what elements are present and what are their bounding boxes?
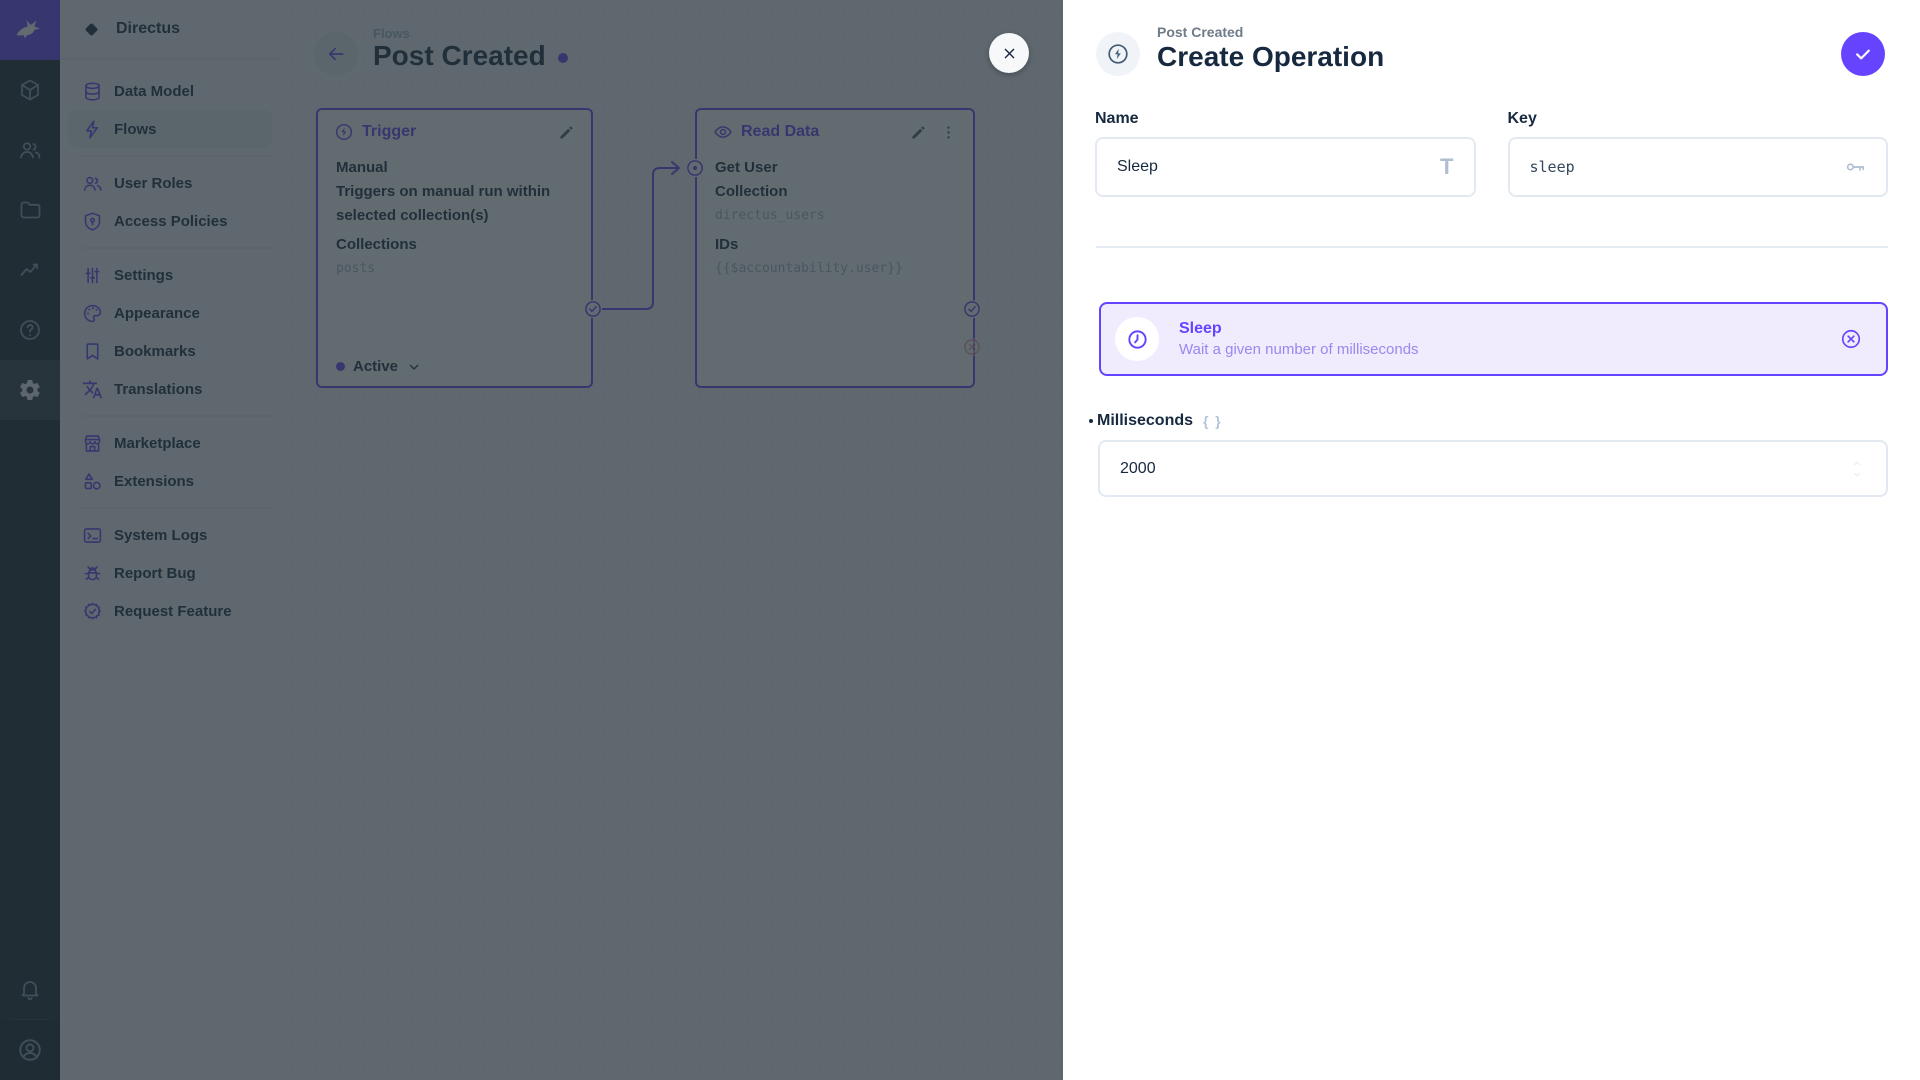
milliseconds-field-label-row: Milliseconds { } <box>1089 412 1223 430</box>
milliseconds-field-label: Milliseconds <box>1097 412 1194 429</box>
key-input-value: sleep <box>1529 158 1575 176</box>
key-field-label: Key <box>1507 110 1537 127</box>
circle-x-icon <box>1840 328 1862 350</box>
drawer-header-icon-button[interactable] <box>1096 32 1140 76</box>
drawer-backdrop[interactable] <box>0 0 1063 1080</box>
name-input[interactable]: Sleep T <box>1095 137 1476 197</box>
drawer-title: Create Operation <box>1157 41 1385 72</box>
key-field-group: Key sleep <box>1507 110 1888 197</box>
raw-value-braces-icon[interactable]: { } <box>1203 413 1223 429</box>
operation-type-title: Sleep <box>1179 320 1222 337</box>
deselect-operation-button[interactable] <box>1840 328 1862 350</box>
operation-type-subtitle: Wait a given number of milliseconds <box>1179 341 1419 358</box>
stepper-up-icon[interactable] <box>1850 458 1864 468</box>
operation-type-badge <box>1115 317 1159 361</box>
key-input[interactable]: sleep <box>1507 137 1888 197</box>
save-button[interactable] <box>1841 32 1885 76</box>
create-operation-drawer: Post Created Create Operation Name Sleep… <box>1063 0 1920 1080</box>
name-field-group: Name Sleep T <box>1095 110 1476 197</box>
name-input-value: Sleep <box>1117 158 1158 175</box>
required-dot <box>1089 419 1093 423</box>
drawer-divider <box>1096 246 1888 248</box>
drawer-breadcrumb: Post Created <box>1157 24 1244 40</box>
milliseconds-input[interactable]: 2000 <box>1098 440 1888 497</box>
bolt-circle-icon <box>1106 42 1130 66</box>
number-stepper <box>1850 458 1864 479</box>
clock-icon <box>1126 328 1149 351</box>
text-format-icon: T <box>1440 154 1454 179</box>
check-icon <box>1853 44 1873 64</box>
close-drawer-button[interactable] <box>989 33 1029 73</box>
name-field-label: Name <box>1095 110 1139 127</box>
key-icon <box>1844 156 1866 178</box>
close-icon <box>1001 45 1018 62</box>
selected-operation-card[interactable]: Sleep Wait a given number of millisecond… <box>1099 302 1888 376</box>
milliseconds-input-value: 2000 <box>1120 459 1156 477</box>
stepper-down-icon[interactable] <box>1850 469 1864 479</box>
